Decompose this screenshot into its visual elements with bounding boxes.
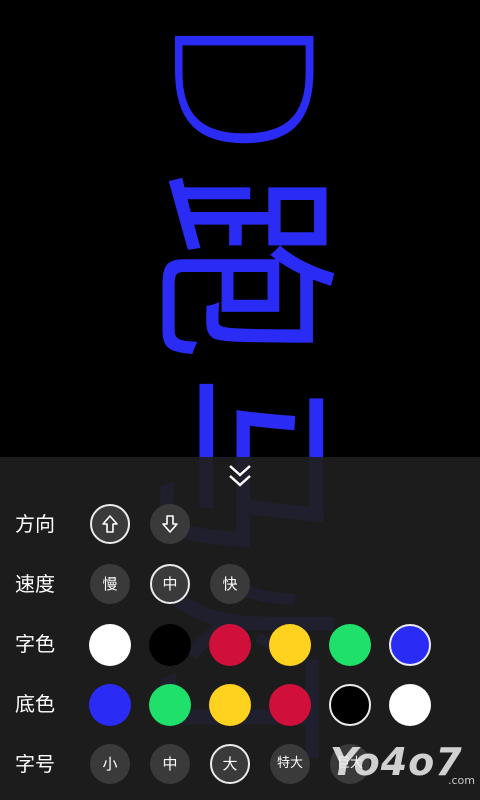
text-color-row: 字色 — [0, 622, 480, 666]
font-size-small-button[interactable]: 小 — [90, 744, 130, 784]
bg-color-row: 底色 — [0, 682, 480, 726]
speed-slow-button[interactable]: 慢 — [90, 564, 130, 604]
speed-row: 速度 慢 中 快 — [0, 562, 480, 606]
font-size-label: 字号 — [15, 752, 55, 776]
speed-medium-button[interactable]: 中 — [150, 564, 190, 604]
double-chevron-down-icon — [229, 465, 251, 487]
text-color-yellow-swatch[interactable] — [269, 624, 311, 666]
font-size-medium-button[interactable]: 中 — [150, 744, 190, 784]
bg-color-green-swatch[interactable] — [149, 684, 191, 726]
text-color-red-swatch[interactable] — [209, 624, 251, 666]
text-color-label: 字色 — [15, 632, 55, 656]
watermark-domain: .com — [448, 774, 475, 787]
arrow-down-icon — [162, 515, 178, 533]
bg-color-yellow-swatch[interactable] — [209, 684, 251, 726]
bg-color-blue-swatch[interactable] — [89, 684, 131, 726]
direction-row: 方向 — [0, 502, 480, 546]
text-color-black-swatch[interactable] — [149, 624, 191, 666]
bg-color-red-swatch[interactable] — [269, 684, 311, 726]
speed-label: 速度 — [15, 572, 55, 596]
watermark-logo: Yo4o7 .com — [330, 740, 480, 800]
arrow-up-icon — [102, 515, 118, 533]
watermark-text: Yo4o7 — [330, 740, 463, 784]
bg-color-black-swatch[interactable] — [329, 684, 371, 726]
speed-fast-button[interactable]: 快 — [210, 564, 250, 604]
bg-color-label: 底色 — [15, 692, 55, 716]
direction-up-button[interactable] — [90, 504, 130, 544]
bg-color-white-swatch[interactable] — [389, 684, 431, 726]
direction-down-button[interactable] — [150, 504, 190, 544]
text-color-blue-swatch[interactable] — [389, 624, 431, 666]
direction-label: 方向 — [15, 512, 55, 536]
text-color-white-swatch[interactable] — [89, 624, 131, 666]
collapse-panel-button[interactable] — [222, 462, 258, 492]
font-size-xlarge-button[interactable]: 特大 — [270, 744, 310, 784]
font-size-large-button[interactable]: 大 — [210, 744, 250, 784]
text-color-green-swatch[interactable] — [329, 624, 371, 666]
